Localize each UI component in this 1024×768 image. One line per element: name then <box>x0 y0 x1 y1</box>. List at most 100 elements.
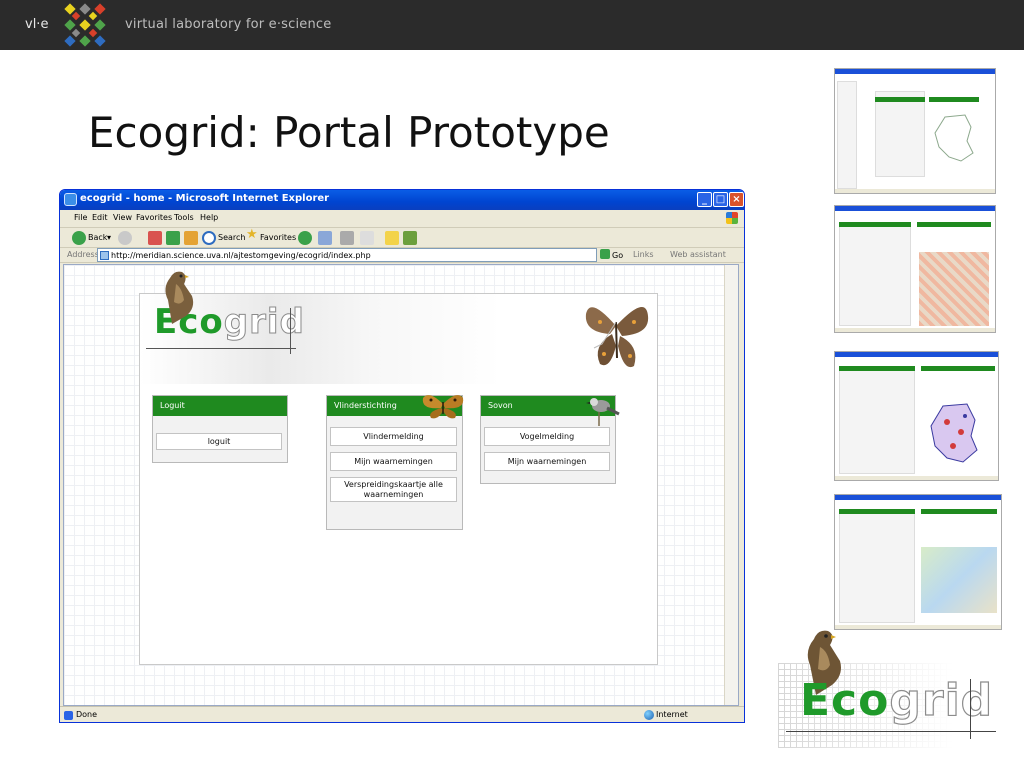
loguit-panel: Loguit loguit <box>152 395 288 463</box>
slide-header-bar: vl·e virtual laboratory for e·science <box>0 0 1024 50</box>
thumbnail-form-pane <box>839 366 915 474</box>
verspreidingskaartje-button[interactable]: Verspreidingskaartje alle waarnemingen <box>330 477 457 502</box>
butterfly-image <box>585 307 649 368</box>
thumbnail-form-pane <box>839 222 911 326</box>
home-icon[interactable] <box>184 231 198 245</box>
thumbnail-sidebar <box>837 81 857 189</box>
thumbnail-titlebar <box>835 352 998 357</box>
thumbnail-header <box>839 509 915 514</box>
browser-window: ecogrid - home - Microsoft Internet Expl… <box>59 189 745 723</box>
address-label: Address <box>67 250 99 259</box>
thumbnail-statusbar <box>835 625 1001 629</box>
maximize-button[interactable]: □ <box>713 192 728 207</box>
thumbnail-header <box>921 366 995 371</box>
go-arrow-icon <box>600 249 610 259</box>
close-button[interactable]: × <box>729 192 744 207</box>
internet-zone-icon <box>644 710 654 720</box>
butterfly-small-image <box>422 395 464 419</box>
menu-tools[interactable]: Tools <box>174 213 194 222</box>
thumbnail-header <box>839 222 911 227</box>
browser-title: ecogrid - home - Microsoft Internet Expl… <box>80 193 330 204</box>
hero-vertical-line <box>290 308 291 354</box>
folder-icon[interactable] <box>385 231 399 245</box>
thumbnail-statusbar <box>835 328 995 332</box>
thumbnail-map <box>921 547 997 613</box>
stop-icon[interactable] <box>148 231 162 245</box>
ie-app-icon <box>64 193 77 206</box>
back-dropdown-icon[interactable]: ▾ <box>107 231 111 245</box>
vertical-scrollbar[interactable] <box>724 265 738 705</box>
thumbnail-header <box>929 97 979 102</box>
thumbnail-titlebar <box>835 495 1001 500</box>
thumbnail-map <box>934 114 974 162</box>
zone-text: Internet <box>656 710 688 719</box>
vogelmelding-button[interactable]: Vogelmelding <box>484 427 610 446</box>
page-done-icon <box>64 711 73 720</box>
address-bar: Address http://meridian.science.uva.nl/a… <box>60 248 744 263</box>
browser-content: Ecogrid Loguit loguit Vlinderstichting V… <box>63 264 739 706</box>
corner-logo-text: Ecogrid <box>800 674 994 726</box>
portal-hero: Ecogrid <box>140 271 657 384</box>
go-button[interactable]: Go <box>600 249 623 260</box>
thumbnail-form-pane <box>875 91 925 177</box>
thumbnail-header <box>839 366 915 371</box>
browser-toolbar: Back ▾ Search ★ Favorites <box>60 228 744 248</box>
thumbnail-form-pane <box>839 509 915 623</box>
corner-logo-line <box>786 731 996 732</box>
vle-org-name: virtual laboratory for e·science <box>125 17 332 32</box>
go-label: Go <box>612 251 624 260</box>
minimize-button[interactable]: _ <box>697 192 712 207</box>
status-text: Done <box>76 710 98 719</box>
slide-title: Ecogrid: Portal Prototype <box>88 108 610 157</box>
thumbnail-header <box>917 222 991 227</box>
print-icon[interactable] <box>340 231 354 245</box>
thumbnail-map <box>919 252 989 326</box>
menu-favorites[interactable]: Favorites <box>136 213 172 222</box>
messenger-icon[interactable] <box>403 231 417 245</box>
thumbnail-3 <box>834 351 999 481</box>
menu-edit[interactable]: Edit <box>92 213 108 222</box>
bird-image <box>586 398 620 426</box>
hawk-image <box>165 271 194 324</box>
thumbnail-4 <box>834 494 1002 630</box>
thumbnail-2 <box>834 205 996 333</box>
forward-icon[interactable] <box>118 231 132 245</box>
sovon-panel: Sovon Vogelmelding Mijn waarnemingen <box>480 395 620 484</box>
status-bar: Done Internet <box>60 706 744 722</box>
favorites-star-icon[interactable]: ★ <box>246 228 258 242</box>
menu-help[interactable]: Help <box>200 213 218 222</box>
address-url: http://meridian.science.uva.nl/ajtestomg… <box>111 251 371 260</box>
links-button[interactable]: Links <box>633 250 654 259</box>
back-icon[interactable] <box>72 231 86 245</box>
refresh-icon[interactable] <box>166 231 180 245</box>
mijn-waarnemingen-vlinder-button[interactable]: Mijn waarnemingen <box>330 452 457 471</box>
thumbnail-header <box>875 97 925 102</box>
thumbnail-titlebar <box>835 206 995 211</box>
page-icon <box>100 251 109 260</box>
edit-icon[interactable] <box>360 231 374 245</box>
thumbnail-map <box>930 403 978 463</box>
thumbnail-1 <box>834 68 996 194</box>
favorites-button[interactable]: Favorites <box>260 231 296 245</box>
address-input[interactable]: http://meridian.science.uva.nl/ajtestomg… <box>97 248 597 262</box>
history-icon[interactable] <box>298 231 312 245</box>
search-icon[interactable] <box>202 231 216 245</box>
loguit-panel-title: Loguit <box>153 396 287 416</box>
thumbnail-header <box>921 509 997 514</box>
menu-file[interactable]: File <box>74 213 87 222</box>
browser-titlebar: ecogrid - home - Microsoft Internet Expl… <box>60 190 744 210</box>
web-assistant-button[interactable]: Web assistant <box>670 250 726 259</box>
hero-divider-line <box>146 348 296 349</box>
vlinderstichting-panel: Vlinderstichting Vlindermelding Mijn waa… <box>326 395 464 530</box>
vle-short-name: vl·e <box>25 17 49 32</box>
menu-view[interactable]: View <box>113 213 132 222</box>
search-button[interactable]: Search <box>218 231 245 245</box>
windows-logo-icon <box>726 212 738 224</box>
corner-ecogrid-logo: Ecogrid <box>778 630 997 748</box>
vlindermelding-button[interactable]: Vlindermelding <box>330 427 457 446</box>
back-button[interactable]: Back <box>88 231 107 245</box>
vle-logo-icon <box>64 3 106 47</box>
mail-icon[interactable] <box>318 231 332 245</box>
mijn-waarnemingen-sovon-button[interactable]: Mijn waarnemingen <box>484 452 610 471</box>
loguit-button[interactable]: loguit <box>156 433 282 450</box>
